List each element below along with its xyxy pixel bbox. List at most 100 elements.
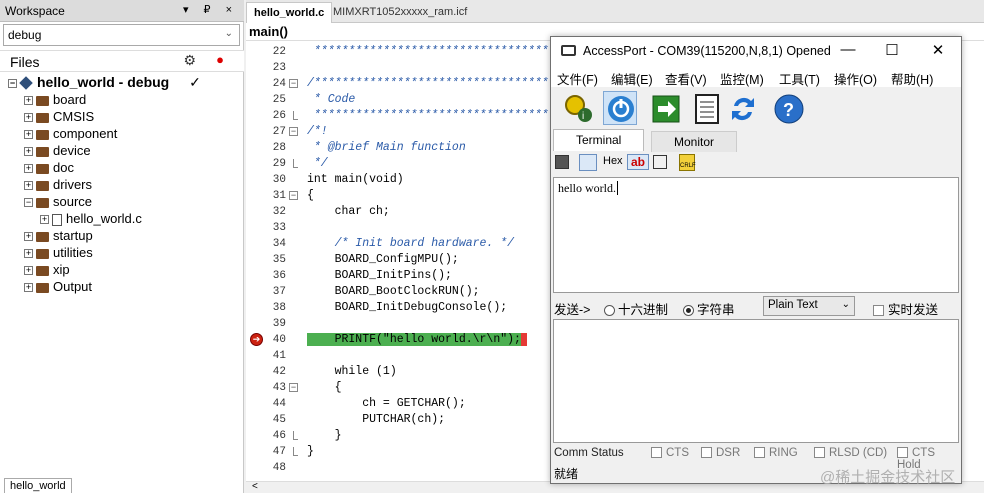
collapse-icon[interactable]: − [8,78,17,88]
tree-item[interactable]: + component [24,125,117,142]
line-number: 38 [272,302,286,314]
line-number: 37 [272,286,286,298]
scroll-left-icon[interactable]: < [252,481,258,492]
fold-icon[interactable]: − [289,127,298,136]
code-line[interactable]: */ [307,156,328,172]
tree-item[interactable]: + utilities [24,244,93,261]
code-line[interactable]: BOARD_ConfigMPU(); [307,252,459,268]
tab-hello-world-c[interactable]: hello_world.c [246,2,333,23]
tree-item[interactable]: − source [24,193,92,210]
expand-icon[interactable]: + [24,113,33,123]
tree-item[interactable]: + board [24,91,86,108]
menu-item[interactable]: 操作(O) [834,69,877,88]
send-input[interactable] [553,319,959,443]
tree-item-label: drivers [53,177,93,192]
collapse-icon[interactable]: − [24,198,33,208]
expand-icon[interactable]: + [24,283,33,293]
tree-item[interactable]: + xip [24,261,70,278]
tree-item[interactable]: + CMSIS [24,108,94,125]
tab-icf[interactable]: MIMXRT1052xxxxx_ram.icf [326,2,474,23]
fold-icon[interactable]: − [289,383,298,392]
radio-string[interactable]: 字符串 [683,299,735,318]
crlf-icon[interactable]: CRLF [679,154,696,171]
expand-icon[interactable]: + [40,215,49,225]
edit-icon[interactable] [653,155,667,169]
hex-label[interactable]: Hex [603,155,623,167]
workspace-window-controls[interactable]: ▾ ₽ × [183,3,238,16]
tree-item[interactable]: + Output [24,278,92,295]
tab-monitor[interactable]: Monitor [651,131,738,153]
workspace-bottom-tab[interactable]: hello_world [4,478,72,493]
menu-item[interactable]: 查看(V) [665,69,707,88]
code-line-text: } [307,429,342,442]
radio-hex[interactable]: 十六进制 [604,299,668,318]
code-line[interactable]: /* Init board hardware. */ [307,236,514,252]
project-icon [19,76,33,91]
expand-icon[interactable]: + [24,232,33,242]
menu-item[interactable]: 编辑(E) [611,69,653,88]
expand-icon[interactable]: + [24,164,33,174]
maximize-icon[interactable]: ☐ [877,41,907,59]
tree-item[interactable]: + hello_world.c [40,210,142,227]
code-line[interactable]: PRINTF("hello world.\r\n"); [307,332,527,348]
code-line[interactable]: BOARD_InitDebugConsole(); [307,300,508,316]
code-line[interactable]: { [307,380,342,396]
power-icon[interactable] [603,91,637,125]
folder-icon [36,282,49,293]
hex-toggle-icon[interactable] [579,154,597,171]
help-icon[interactable]: ? [771,91,805,125]
code-line[interactable]: while (1) [307,364,397,380]
expand-icon[interactable]: + [24,249,33,259]
tab-terminal[interactable]: Terminal [553,129,645,151]
code-line[interactable]: } [307,444,314,460]
refresh-icon[interactable] [725,91,759,125]
expand-icon[interactable]: + [24,96,33,106]
expand-icon[interactable]: + [24,130,33,140]
expand-icon[interactable]: + [24,147,33,157]
config-select[interactable]: debug ⌄ [3,24,240,46]
expand-icon[interactable]: + [24,181,33,191]
menu-item[interactable]: 文件(F) [557,69,598,88]
code-line[interactable]: } [307,428,342,444]
tree-item[interactable]: + drivers [24,176,92,193]
menu-item[interactable]: 监控(M) [720,69,764,88]
terminal-output[interactable]: hello world. [553,177,959,293]
code-line[interactable]: ch = GETCHAR(); [307,396,466,412]
expand-icon[interactable]: + [24,266,33,276]
settings-gears-icon[interactable]: i [561,91,595,125]
realtime-checkbox[interactable] [873,305,884,317]
minimize-icon[interactable]: — [833,41,863,58]
tree-item[interactable]: + startup [24,227,93,244]
send-arrow-icon[interactable] [649,91,683,125]
status-indicator-box [897,447,908,459]
ab-toggle[interactable]: ab [627,154,650,170]
breakpoint-arrow-icon[interactable]: ➔ [250,333,263,346]
code-line[interactable]: * @brief Main function [307,140,466,156]
line-number: 32 [272,206,286,218]
accessport-titlebar[interactable]: AccessPort - COM39(115200,N,8,1) Opened … [551,37,961,67]
document-icon[interactable] [689,91,723,125]
code-line[interactable]: * Code [307,92,355,108]
radio-hex-circle[interactable] [604,305,615,317]
project-root[interactable]: − hello_world - debug ✓ [8,74,201,91]
code-line[interactable]: { [307,188,314,204]
gear-icon[interactable]: ⚙ [183,52,196,69]
format-select[interactable]: Plain Text ⌄ [763,296,855,316]
fold-icon[interactable]: − [289,191,298,200]
realtime-send[interactable]: 实时发送 [873,299,938,318]
close-icon[interactable]: ✕ [923,41,953,59]
code-line[interactable]: BOARD_BootClockRUN(); [307,284,480,300]
code-line[interactable]: int main(void) [307,172,404,188]
code-line[interactable]: PUTCHAR(ch); [307,412,445,428]
save-icon[interactable] [555,155,569,169]
menu-item[interactable]: 帮助(H) [891,69,933,88]
code-line[interactable]: char ch; [307,204,390,220]
fold-icon[interactable]: − [289,79,298,88]
tree-item[interactable]: + doc [24,159,74,176]
menu-item[interactable]: 工具(T) [779,69,820,88]
code-line[interactable]: /*! [307,124,328,140]
tree-item[interactable]: + device [24,142,91,159]
tree-item-label: component [53,126,118,141]
code-line[interactable]: BOARD_InitPins(); [307,268,452,284]
radio-string-circle[interactable] [683,305,694,317]
